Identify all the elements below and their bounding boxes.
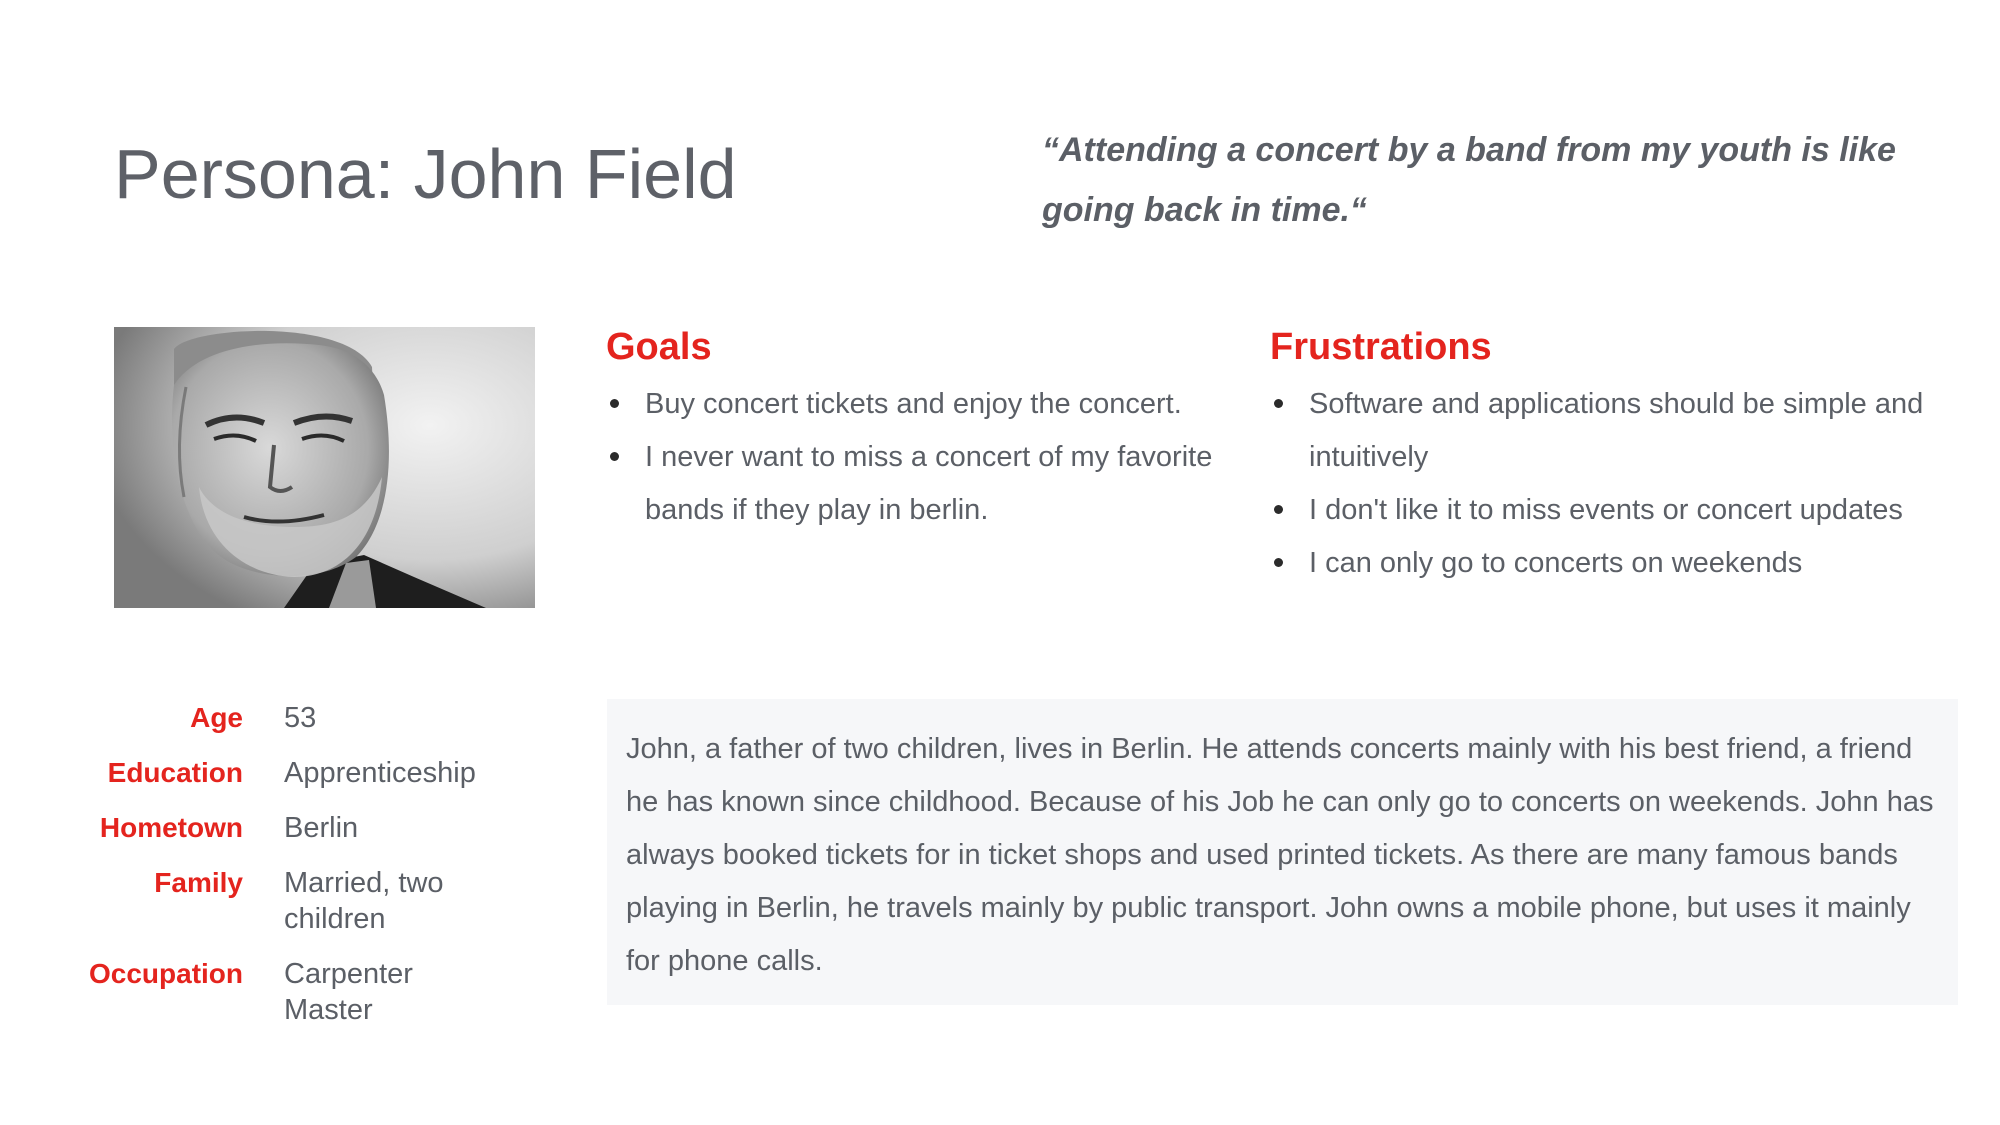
goals-list: Buy concert tickets and enjoy the concer… bbox=[606, 378, 1236, 537]
frustration-text: I don't like it to miss events or concer… bbox=[1309, 494, 1903, 526]
goal-item: Buy concert tickets and enjoy the concer… bbox=[606, 378, 1236, 431]
goals-heading: Goals bbox=[606, 326, 712, 368]
frustration-text: I can only go to concerts on weekends bbox=[1309, 547, 1803, 579]
fact-label: Education bbox=[107, 757, 243, 788]
person-portrait-icon bbox=[114, 327, 535, 608]
goal-text: I never want to miss a concert of my fav… bbox=[645, 441, 1213, 526]
fact-row-occupation: Occupation Carpenter Master bbox=[60, 956, 520, 1028]
frustrations-heading: Frustrations bbox=[1270, 326, 1492, 368]
frustration-item: I can only go to concerts on weekends bbox=[1270, 537, 1960, 590]
fact-value: Apprenticeship bbox=[284, 757, 476, 789]
fact-label: Occupation bbox=[88, 958, 243, 989]
fact-row-family: Family Married, two children bbox=[60, 865, 520, 937]
frustration-item: I don't like it to miss events or concer… bbox=[1270, 484, 1960, 537]
fact-label: Family bbox=[154, 867, 243, 898]
page-title: Persona: John Field bbox=[114, 135, 737, 213]
persona-photo bbox=[114, 327, 535, 608]
fact-row-hometown: Hometown Berlin bbox=[60, 810, 520, 846]
fact-row-education: Education Apprenticeship bbox=[60, 755, 520, 791]
bullet-icon bbox=[610, 452, 619, 461]
fact-value: 53 bbox=[284, 702, 317, 734]
fact-value: Berlin bbox=[284, 812, 359, 844]
fact-label: Hometown bbox=[99, 812, 243, 843]
goals-section: Goals Buy concert tickets and enjoy the … bbox=[606, 318, 1236, 537]
bullet-icon bbox=[1274, 505, 1283, 514]
goal-text: Buy concert tickets and enjoy the concer… bbox=[645, 388, 1182, 420]
frustration-text: Software and applications should be simp… bbox=[1309, 388, 1924, 473]
frustrations-section: Frustrations Software and applications s… bbox=[1270, 318, 1960, 590]
bullet-icon bbox=[610, 399, 619, 408]
fact-label: Age bbox=[190, 702, 243, 733]
frustration-item: Software and applications should be simp… bbox=[1270, 378, 1960, 484]
fact-value: Married, two children bbox=[284, 867, 444, 935]
bullet-icon bbox=[1274, 558, 1283, 567]
fact-row-age: Age 53 bbox=[60, 700, 520, 736]
frustrations-list: Software and applications should be simp… bbox=[1270, 378, 1960, 590]
persona-bio: John, a father of two children, lives in… bbox=[607, 699, 1958, 1005]
persona-quote: “Attending a concert by a band from my y… bbox=[1042, 131, 1896, 229]
fact-value: Carpenter Master bbox=[284, 958, 413, 1026]
goal-item: I never want to miss a concert of my fav… bbox=[606, 431, 1236, 537]
bullet-icon bbox=[1274, 399, 1283, 408]
persona-facts: Age 53 Education Apprenticeship Hometown… bbox=[60, 700, 520, 1047]
